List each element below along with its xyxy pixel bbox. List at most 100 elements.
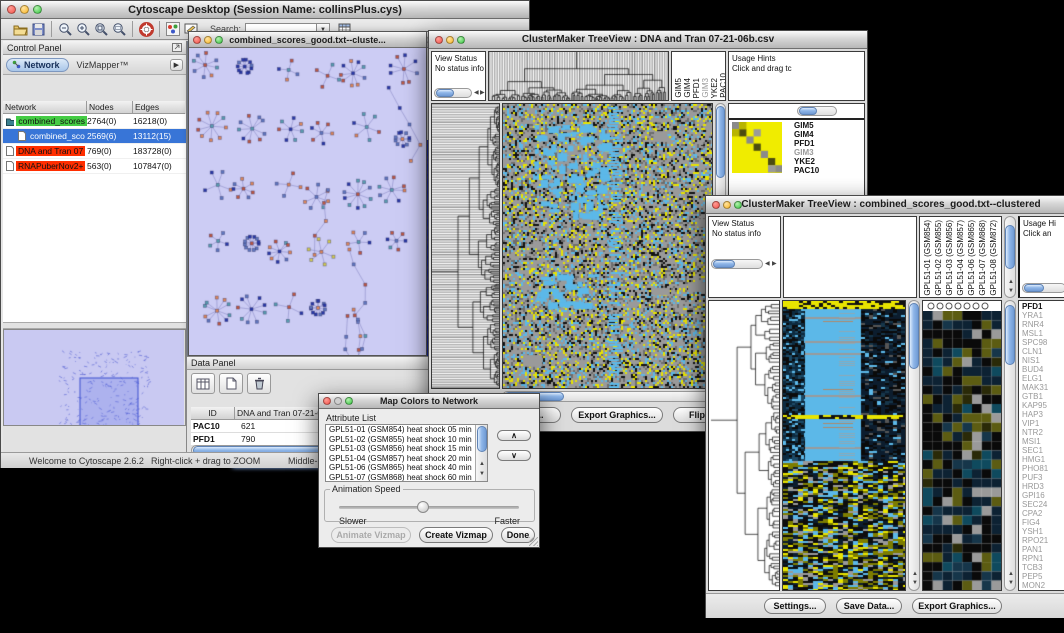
close-button[interactable] bbox=[7, 5, 16, 14]
tv1-heatmap[interactable] bbox=[502, 103, 713, 389]
tv2-row-label[interactable]: BUD4 bbox=[1022, 365, 1064, 374]
scroll-up-arrow-icon[interactable]: ▲ bbox=[479, 461, 485, 467]
vizmapper-icon[interactable] bbox=[164, 21, 182, 38]
tv2-hints-scrollbar[interactable] bbox=[1022, 283, 1064, 293]
network-canvas[interactable] bbox=[189, 48, 426, 355]
scroll-down-arrow-icon[interactable]: ▼ bbox=[479, 471, 485, 477]
tv1-column-dendrogram[interactable] bbox=[488, 51, 669, 101]
zoom-out-icon[interactable] bbox=[56, 21, 74, 38]
attribute-list-item[interactable]: GPL51-02 (GSM855) heat shock 10 min bbox=[326, 435, 487, 445]
minimize-button[interactable] bbox=[20, 5, 29, 14]
tv2-column-label[interactable]: GPL51-06 (GSM865) bbox=[967, 220, 976, 296]
attribute-list-scrollbar[interactable]: ▲ ▼ bbox=[475, 425, 487, 481]
tv2-column-label[interactable]: GPL51-02 (GSM855) bbox=[934, 220, 943, 296]
tv1-mini-heatmap[interactable] bbox=[732, 122, 782, 173]
tv2-heatmap[interactable] bbox=[782, 300, 906, 591]
network-table-row[interactable]: RNAPuberNov2+ 563(0) 107847(0) bbox=[3, 159, 186, 174]
open-session-icon[interactable] bbox=[11, 21, 29, 38]
attribute-list-item[interactable]: GPL51-04 (GSM857) heat shock 20 min bbox=[326, 454, 487, 464]
tv1-column-label[interactable]: GIM3 bbox=[701, 78, 710, 98]
tv2-row-label[interactable]: CPA2 bbox=[1022, 509, 1064, 518]
column-header-edges[interactable]: Edges bbox=[133, 101, 185, 114]
tv2-row-label[interactable]: MON2 bbox=[1022, 581, 1064, 590]
animate-vizmap-button[interactable]: Animate Vizmap bbox=[331, 527, 411, 543]
tv1-row-label[interactable]: GIM3 bbox=[794, 148, 819, 157]
tv2-settings-button[interactable]: Settings... bbox=[764, 598, 826, 614]
tv1-export-graphics-button[interactable]: Export Graphics... bbox=[571, 407, 663, 423]
tv2-row-label[interactable]: NTR2 bbox=[1022, 428, 1064, 437]
scroll-up-arrow-icon[interactable]: ▲ bbox=[912, 571, 918, 577]
tv2-row-label[interactable]: VIP1 bbox=[1022, 419, 1064, 428]
tv2-zoom-heatmap-panel[interactable] bbox=[922, 300, 1002, 591]
tv2-row-label[interactable]: HRD3 bbox=[1022, 482, 1064, 491]
tv2-column-label[interactable]: GPL51-08 (GSM872) bbox=[989, 220, 998, 296]
tv2-save-data-button[interactable]: Save Data... bbox=[836, 598, 902, 614]
tv2-status-scrollbar[interactable] bbox=[711, 259, 763, 269]
tv2-row-label[interactable]: YSH1 bbox=[1022, 527, 1064, 536]
scroll-left-arrow-icon[interactable]: ◀ bbox=[474, 90, 479, 96]
new-attribute-icon[interactable] bbox=[219, 373, 243, 394]
tv2-row-label[interactable]: HAP3 bbox=[1022, 410, 1064, 419]
attribute-list-item[interactable]: GPL51-06 (GSM865) heat shock 40 min bbox=[326, 463, 487, 473]
dialog-close-button[interactable] bbox=[323, 397, 331, 405]
zoom-in-icon[interactable] bbox=[74, 21, 92, 38]
dialog-zoom-button[interactable] bbox=[345, 397, 353, 405]
tv2-row-label[interactable]: YRA1 bbox=[1022, 311, 1064, 320]
column-header-nodes[interactable]: Nodes bbox=[87, 101, 133, 114]
move-down-button[interactable]: ∨ bbox=[497, 450, 531, 461]
tv1-column-label[interactable]: PFD1 bbox=[692, 78, 701, 98]
tv2-minimize-button[interactable] bbox=[723, 201, 731, 209]
tv1-column-label[interactable]: GIM5 bbox=[674, 78, 683, 98]
tv2-column-label[interactable]: GPL51-07 (GSM868) bbox=[978, 220, 987, 296]
tv1-row-label[interactable]: YKE2 bbox=[794, 157, 819, 166]
tv2-zoom-vscrollbar[interactable]: ▲ ▼ bbox=[1004, 300, 1016, 591]
tv1-zoom-hscrollbar[interactable] bbox=[797, 106, 837, 116]
resize-grip[interactable] bbox=[529, 537, 538, 546]
treeview1-titlebar[interactable]: ClusterMaker TreeView : DNA and Tran 07-… bbox=[429, 31, 867, 49]
tab-overflow-arrow[interactable]: ▶ bbox=[170, 59, 183, 71]
move-up-button[interactable]: ∧ bbox=[497, 430, 531, 441]
tv2-heatmap-vscrollbar[interactable]: ▲ ▼ bbox=[908, 300, 920, 591]
network-table-row[interactable]: DNA and Tran 07 769(0) 183728(0) bbox=[3, 144, 186, 159]
tv2-row-label[interactable]: MAK31 bbox=[1022, 383, 1064, 392]
dialog-minimize-button[interactable] bbox=[334, 397, 342, 405]
attribute-list-item[interactable]: GPL51-01 (GSM854) heat shock 05 min bbox=[326, 425, 487, 435]
tv2-row-label[interactable]: SPC98 bbox=[1022, 338, 1064, 347]
tv2-row-label[interactable]: PFD1 bbox=[1022, 302, 1064, 311]
tv2-row-label[interactable]: PHO81 bbox=[1022, 464, 1064, 473]
tv2-collabel-vscrollbar[interactable]: ▲ ▼ bbox=[1004, 216, 1016, 298]
tv2-row-label[interactable]: GTB1 bbox=[1022, 392, 1064, 401]
tv2-row-label[interactable]: RPO21 bbox=[1022, 536, 1064, 545]
tv2-column-label[interactable]: GPL51-04 (GSM857) bbox=[956, 220, 965, 296]
tv1-row-label[interactable]: GIM4 bbox=[794, 130, 819, 139]
net-zoom-button[interactable] bbox=[215, 36, 223, 44]
tv1-column-label[interactable]: PAC10 bbox=[719, 73, 726, 98]
attribute-table-icon[interactable] bbox=[191, 373, 215, 394]
tv1-zoom-button[interactable] bbox=[457, 36, 465, 44]
tv1-row-label[interactable]: PAC10 bbox=[794, 166, 819, 175]
save-session-icon[interactable] bbox=[29, 21, 47, 38]
treeview2-titlebar[interactable]: ClusterMaker TreeView : combined_scores_… bbox=[706, 196, 1064, 214]
tv1-row-dendrogram[interactable] bbox=[431, 103, 500, 389]
tv1-column-label[interactable]: YKE2 bbox=[710, 78, 719, 98]
tv2-row-label[interactable]: MSI1 bbox=[1022, 437, 1064, 446]
tv2-row-label[interactable]: GPI16 bbox=[1022, 491, 1064, 500]
tv2-export-graphics-button[interactable]: Export Graphics... bbox=[912, 598, 1002, 614]
float-panel-icon[interactable] bbox=[172, 39, 182, 57]
zoom-fit-icon[interactable] bbox=[110, 21, 128, 38]
network-table-row[interactable]: combined_sco 2569(6) 13112(15) bbox=[3, 129, 186, 144]
tv2-row-label[interactable]: RNR4 bbox=[1022, 320, 1064, 329]
tv1-row-label[interactable]: PFD1 bbox=[794, 139, 819, 148]
tv2-zoom-button[interactable] bbox=[734, 201, 742, 209]
tv2-column-dendrogram-area[interactable] bbox=[783, 216, 917, 298]
scroll-right-arrow-icon[interactable]: ▶ bbox=[772, 261, 777, 267]
tv1-close-button[interactable] bbox=[435, 36, 443, 44]
tv2-row-label[interactable]: PUF3 bbox=[1022, 473, 1064, 482]
tv2-column-label[interactable]: GPL51-03 (GSM856) bbox=[945, 220, 954, 296]
attribute-list-item[interactable]: GPL51-07 (GSM868) heat shock 60 min bbox=[326, 473, 487, 483]
tv2-row-dendrogram[interactable] bbox=[708, 300, 780, 591]
tv2-row-label[interactable]: ELG1 bbox=[1022, 374, 1064, 383]
scroll-down-arrow-icon[interactable]: ▼ bbox=[1008, 288, 1014, 294]
tv1-row-label[interactable]: GIM5 bbox=[794, 121, 819, 130]
tv2-row-label[interactable]: HMG1 bbox=[1022, 455, 1064, 464]
